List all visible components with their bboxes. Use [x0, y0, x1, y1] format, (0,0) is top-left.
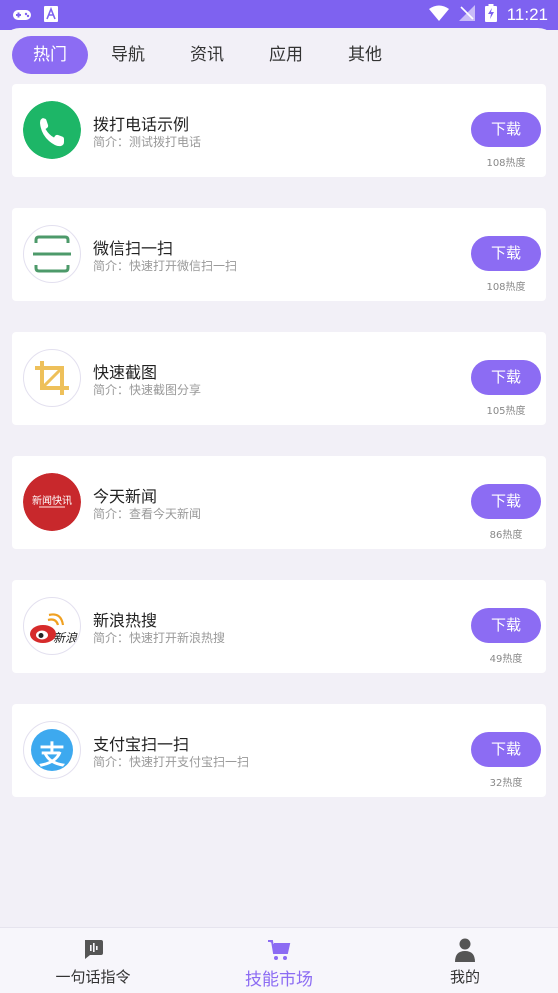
download-button[interactable]: 下载 — [471, 236, 541, 271]
download-button[interactable]: 下载 — [471, 732, 541, 767]
list-item[interactable]: 微信扫一扫 简介：快速打开微信扫一扫 下载 108热度 — [12, 208, 546, 301]
item-title: 新浪热搜 — [93, 611, 158, 630]
item-title: 今天新闻 — [93, 487, 158, 506]
weibo-icon: 新浪 — [23, 597, 81, 655]
cart-icon — [267, 938, 291, 966]
nav-profile[interactable]: 我的 — [372, 928, 558, 993]
weibo-icon-text: 新浪 — [53, 631, 78, 645]
tab-apps[interactable]: 应用 — [247, 36, 325, 74]
nav-label: 一句话指令 — [55, 968, 131, 986]
wifi-icon — [428, 5, 449, 25]
item-description: 简介：快速打开新浪热搜 — [93, 631, 226, 645]
list-item[interactable]: 拨打电话示例 简介：测试拨打电话 下载 108热度 — [12, 84, 546, 177]
nav-voice-command[interactable]: 一句话指令 — [0, 928, 186, 993]
list-item[interactable]: 快速截图 简介：快速截图分享 下载 105热度 — [12, 332, 546, 425]
font-icon — [44, 6, 58, 26]
heat-count: 32热度 — [489, 778, 523, 789]
bottom-nav: 一句话指令 技能市场 我的 — [0, 927, 558, 993]
news-icon: 新闻快讯 — [23, 473, 81, 531]
heat-count: 49热度 — [489, 654, 523, 665]
item-description: 简介：测试拨打电话 — [93, 135, 202, 149]
crop-icon — [23, 349, 81, 407]
nav-label: 技能市场 — [245, 970, 313, 990]
item-title: 支付宝扫一扫 — [93, 735, 190, 754]
battery-charging-icon — [484, 4, 497, 26]
news-icon-text: 新闻快讯 — [32, 496, 72, 507]
download-button[interactable]: 下载 — [471, 608, 541, 643]
heat-count: 86热度 — [489, 530, 523, 541]
gamepad-icon — [12, 7, 32, 26]
nav-label: 我的 — [449, 968, 480, 986]
alipay-icon-text: 支 — [38, 741, 65, 771]
item-title: 拨打电话示例 — [93, 115, 190, 134]
list-item[interactable]: 支 支付宝扫一扫 简介：快速打开支付宝扫一扫 下载 32热度 — [12, 704, 546, 797]
download-button[interactable]: 下载 — [471, 360, 541, 395]
signal-icon — [458, 5, 475, 25]
tab-navigation[interactable]: 导航 — [89, 36, 167, 74]
person-icon — [454, 938, 476, 966]
item-title: 快速截图 — [93, 363, 158, 382]
tab-hot[interactable]: 热门 — [12, 36, 88, 74]
heat-count: 108热度 — [486, 158, 526, 169]
tab-news[interactable]: 资讯 — [168, 36, 246, 74]
alipay-icon: 支 — [23, 721, 81, 779]
phone-icon — [23, 101, 81, 159]
list-item[interactable]: 新闻快讯 今天新闻 简介：查看今天新闻 下载 86热度 — [12, 456, 546, 549]
status-bar: 11:21 — [0, 0, 558, 30]
scan-icon — [23, 225, 81, 283]
heat-count: 108热度 — [486, 282, 526, 293]
item-description: 简介：快速打开支付宝扫一扫 — [93, 755, 250, 769]
list-item[interactable]: 新浪 新浪热搜 简介：快速打开新浪热搜 下载 49热度 — [12, 580, 546, 673]
item-description: 简介：查看今天新闻 — [93, 507, 202, 521]
nav-skill-market[interactable]: 技能市场 — [186, 928, 372, 993]
item-description: 简介：快速打开微信扫一扫 — [93, 259, 238, 273]
item-title: 微信扫一扫 — [93, 239, 174, 258]
voice-command-icon — [82, 938, 104, 964]
item-description: 简介：快速截图分享 — [93, 383, 202, 397]
status-time: 11:21 — [506, 5, 548, 24]
category-tabs: 热门 导航 资讯 应用 其他 — [12, 36, 405, 74]
heat-count: 105热度 — [486, 406, 526, 417]
download-button[interactable]: 下载 — [471, 112, 541, 147]
tab-other[interactable]: 其他 — [326, 36, 404, 74]
download-button[interactable]: 下载 — [471, 484, 541, 519]
